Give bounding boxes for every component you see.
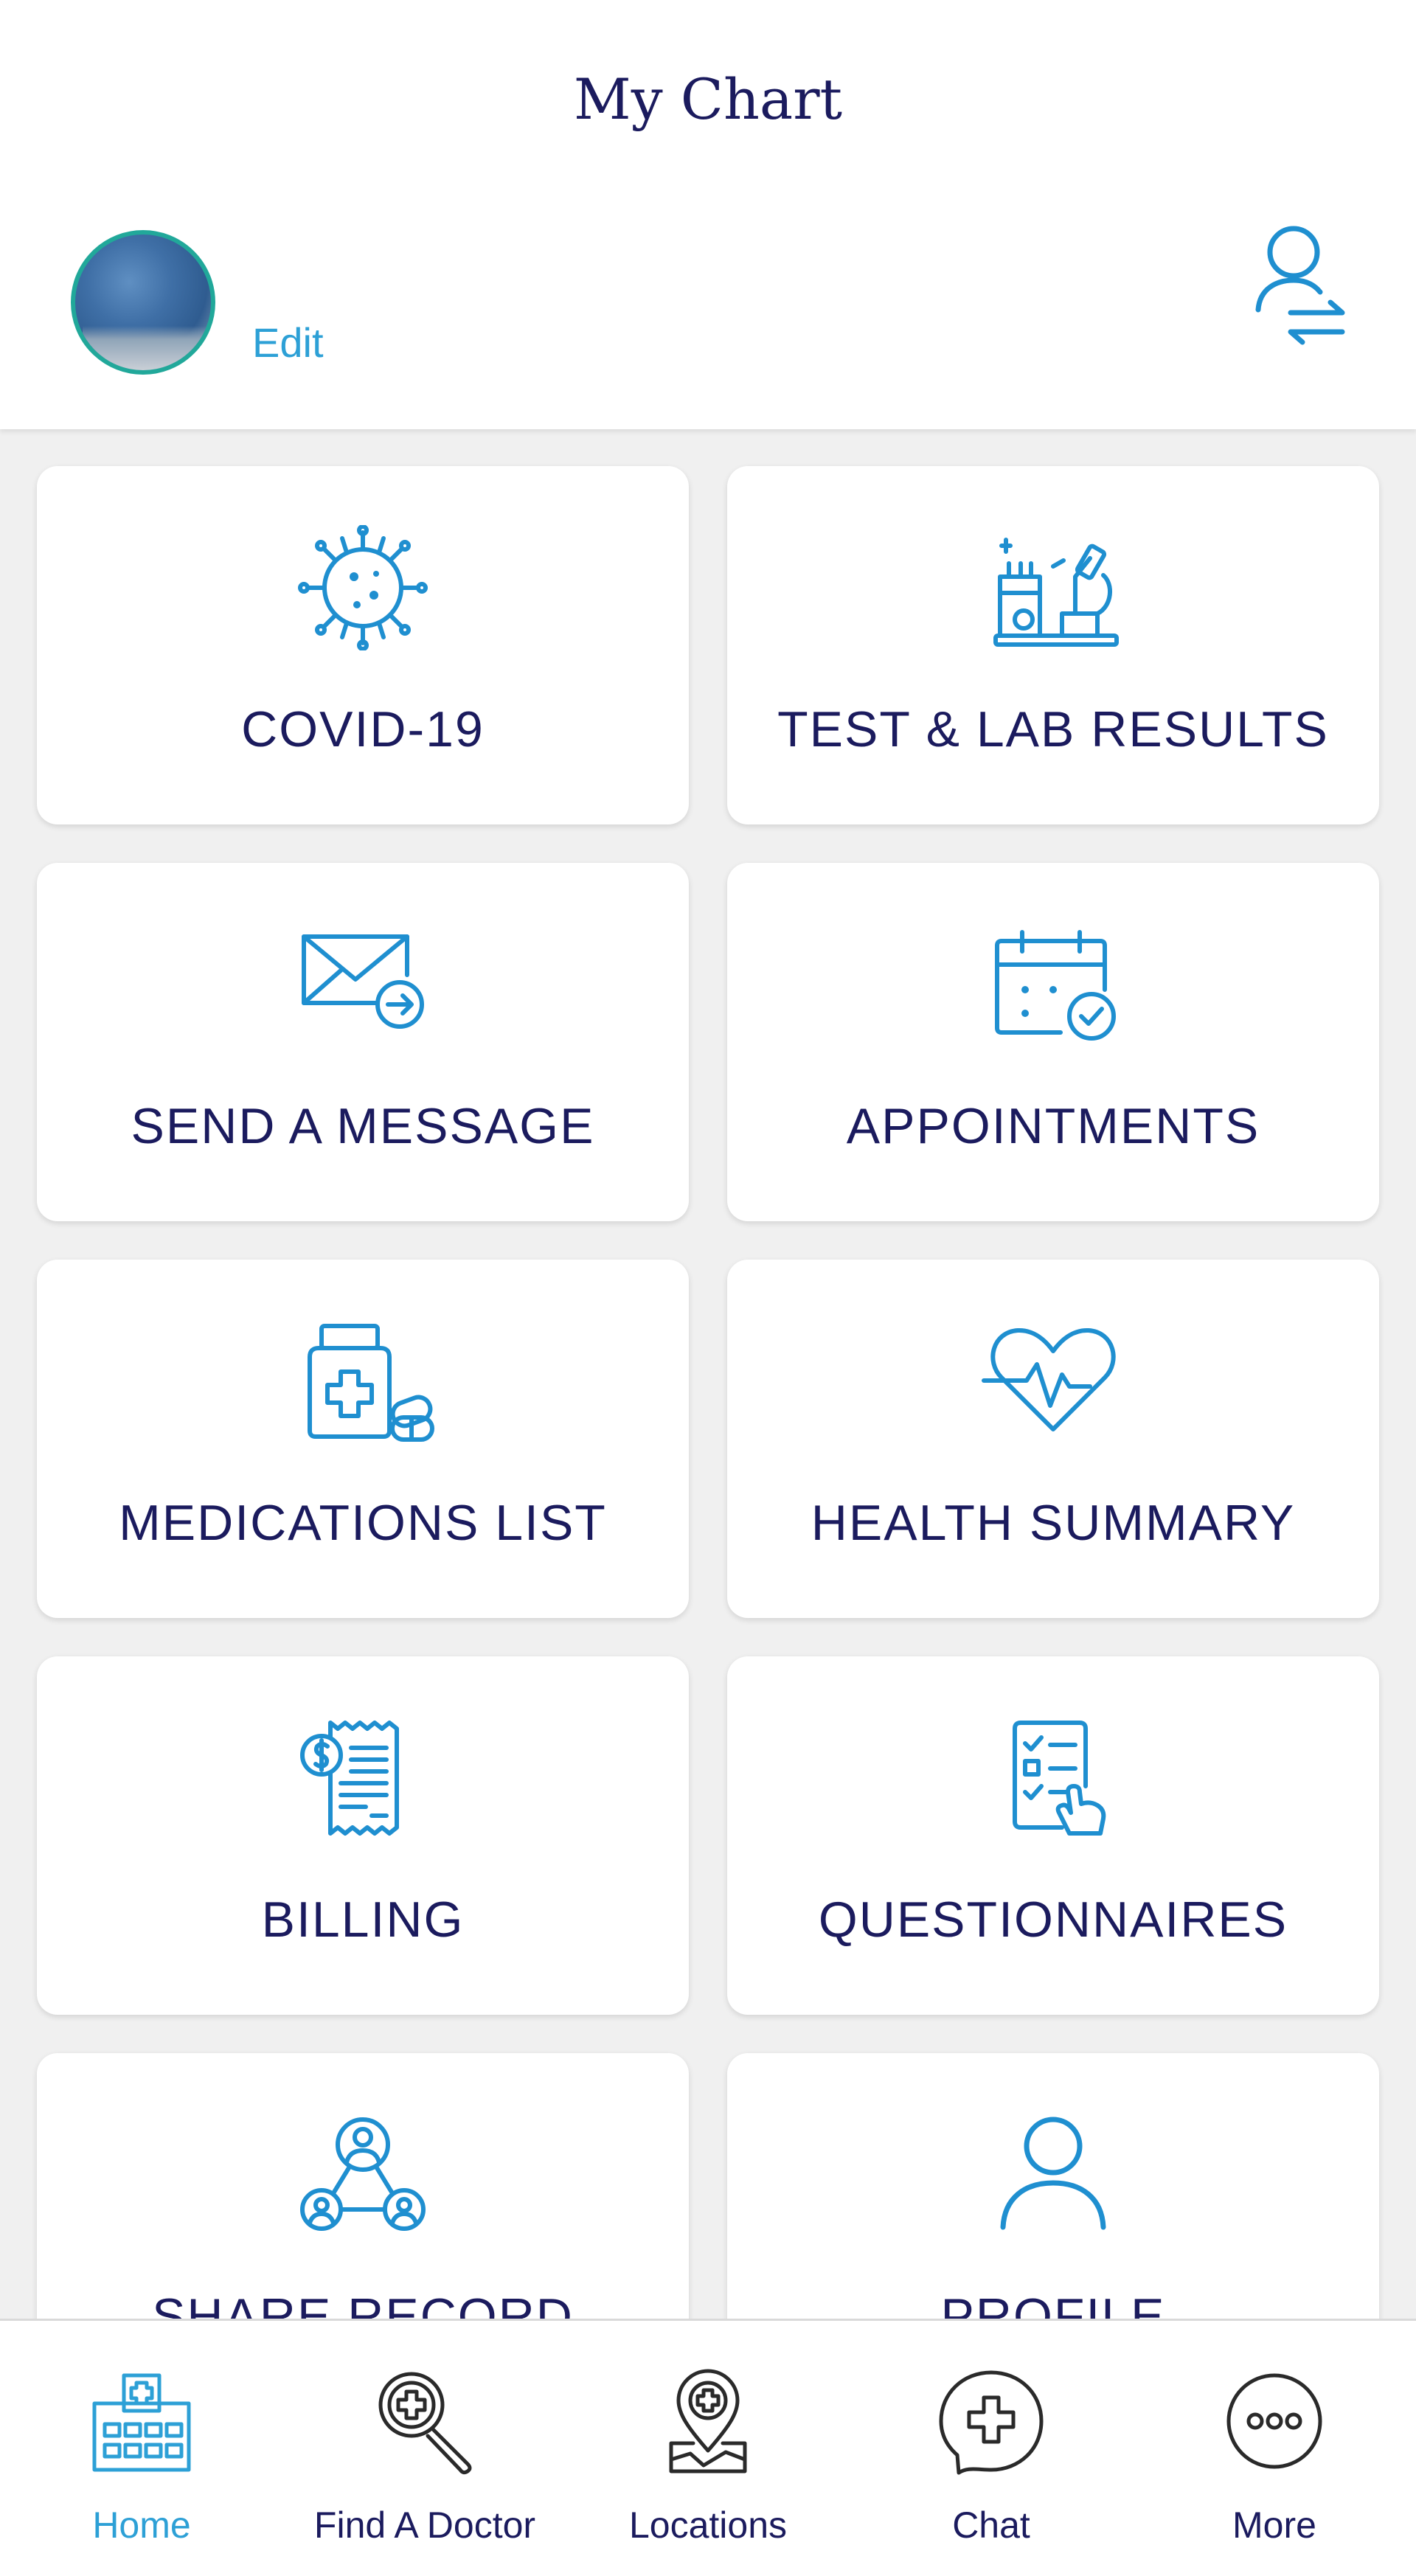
tile-questionnaires[interactable]: QUESTIONNAIRES: [727, 1656, 1379, 2015]
tile-test-lab-results[interactable]: TEST & LAB RESULTS: [727, 466, 1379, 824]
tile-appointments[interactable]: APPOINTMENTS: [727, 863, 1379, 1221]
tile-send-a-message[interactable]: SEND A MESSAGE: [37, 863, 689, 1221]
receipt-dollar-icon: [289, 1715, 437, 1841]
heart-pulse-icon: [979, 1319, 1127, 1444]
header: My Chart Edit: [0, 0, 1416, 429]
tile-medications-list[interactable]: MEDICATIONS LIST: [37, 1260, 689, 1618]
nav-label: Find A Doctor: [313, 2504, 536, 2546]
nav-more[interactable]: More: [1133, 2321, 1416, 2576]
tile-billing[interactable]: BILLING: [37, 1656, 689, 2015]
calendar-check-icon: [979, 922, 1127, 1047]
nav-label: Chat: [952, 2504, 1030, 2546]
checklist-icon: [979, 1715, 1127, 1841]
tile-health-summary[interactable]: HEALTH SUMMARY: [727, 1260, 1379, 1618]
nav-find-a-doctor[interactable]: Find A Doctor: [283, 2321, 566, 2576]
tile-label: COVID-19: [241, 701, 485, 757]
nav-label: Locations: [628, 2504, 788, 2546]
tile-label: BILLING: [261, 1892, 465, 1948]
person-icon: [979, 2112, 1127, 2237]
medicine-bottle-icon: [289, 1319, 437, 1444]
avatar[interactable]: [71, 230, 215, 375]
nav-chat[interactable]: Chat: [850, 2321, 1133, 2576]
tile-label: MEDICATIONS LIST: [119, 1495, 607, 1551]
nav-label: More: [1232, 2504, 1316, 2546]
virus-icon: [289, 525, 437, 650]
tile-label: SEND A MESSAGE: [131, 1098, 595, 1154]
bottom-nav: Home Find A Doctor Locations Chat More: [0, 2319, 1416, 2576]
avatar-photo-detail: [83, 326, 211, 370]
lab-microscope-icon: [979, 525, 1127, 650]
map-pin-icon: [649, 2362, 767, 2480]
edit-avatar-link[interactable]: Edit: [252, 319, 324, 367]
envelope-send-icon: [289, 922, 437, 1047]
chat-bubble-icon: [932, 2362, 1050, 2480]
more-dots-icon: [1215, 2362, 1333, 2480]
switch-user-icon[interactable]: [1248, 221, 1351, 347]
nav-locations[interactable]: Locations: [566, 2321, 850, 2576]
tile-label: TEST & LAB RESULTS: [777, 701, 1329, 757]
hospital-icon: [83, 2362, 201, 2480]
page-title: My Chart: [573, 66, 843, 132]
tile-label: APPOINTMENTS: [846, 1098, 1260, 1154]
tile-covid-19[interactable]: COVID-19: [37, 466, 689, 824]
tile-label: HEALTH SUMMARY: [811, 1495, 1296, 1551]
share-people-icon: [289, 2112, 437, 2237]
magnifier-cross-icon: [366, 2362, 484, 2480]
nav-home[interactable]: Home: [0, 2321, 283, 2576]
tile-label: QUESTIONNAIRES: [818, 1892, 1288, 1948]
nav-label: Home: [92, 2504, 191, 2546]
